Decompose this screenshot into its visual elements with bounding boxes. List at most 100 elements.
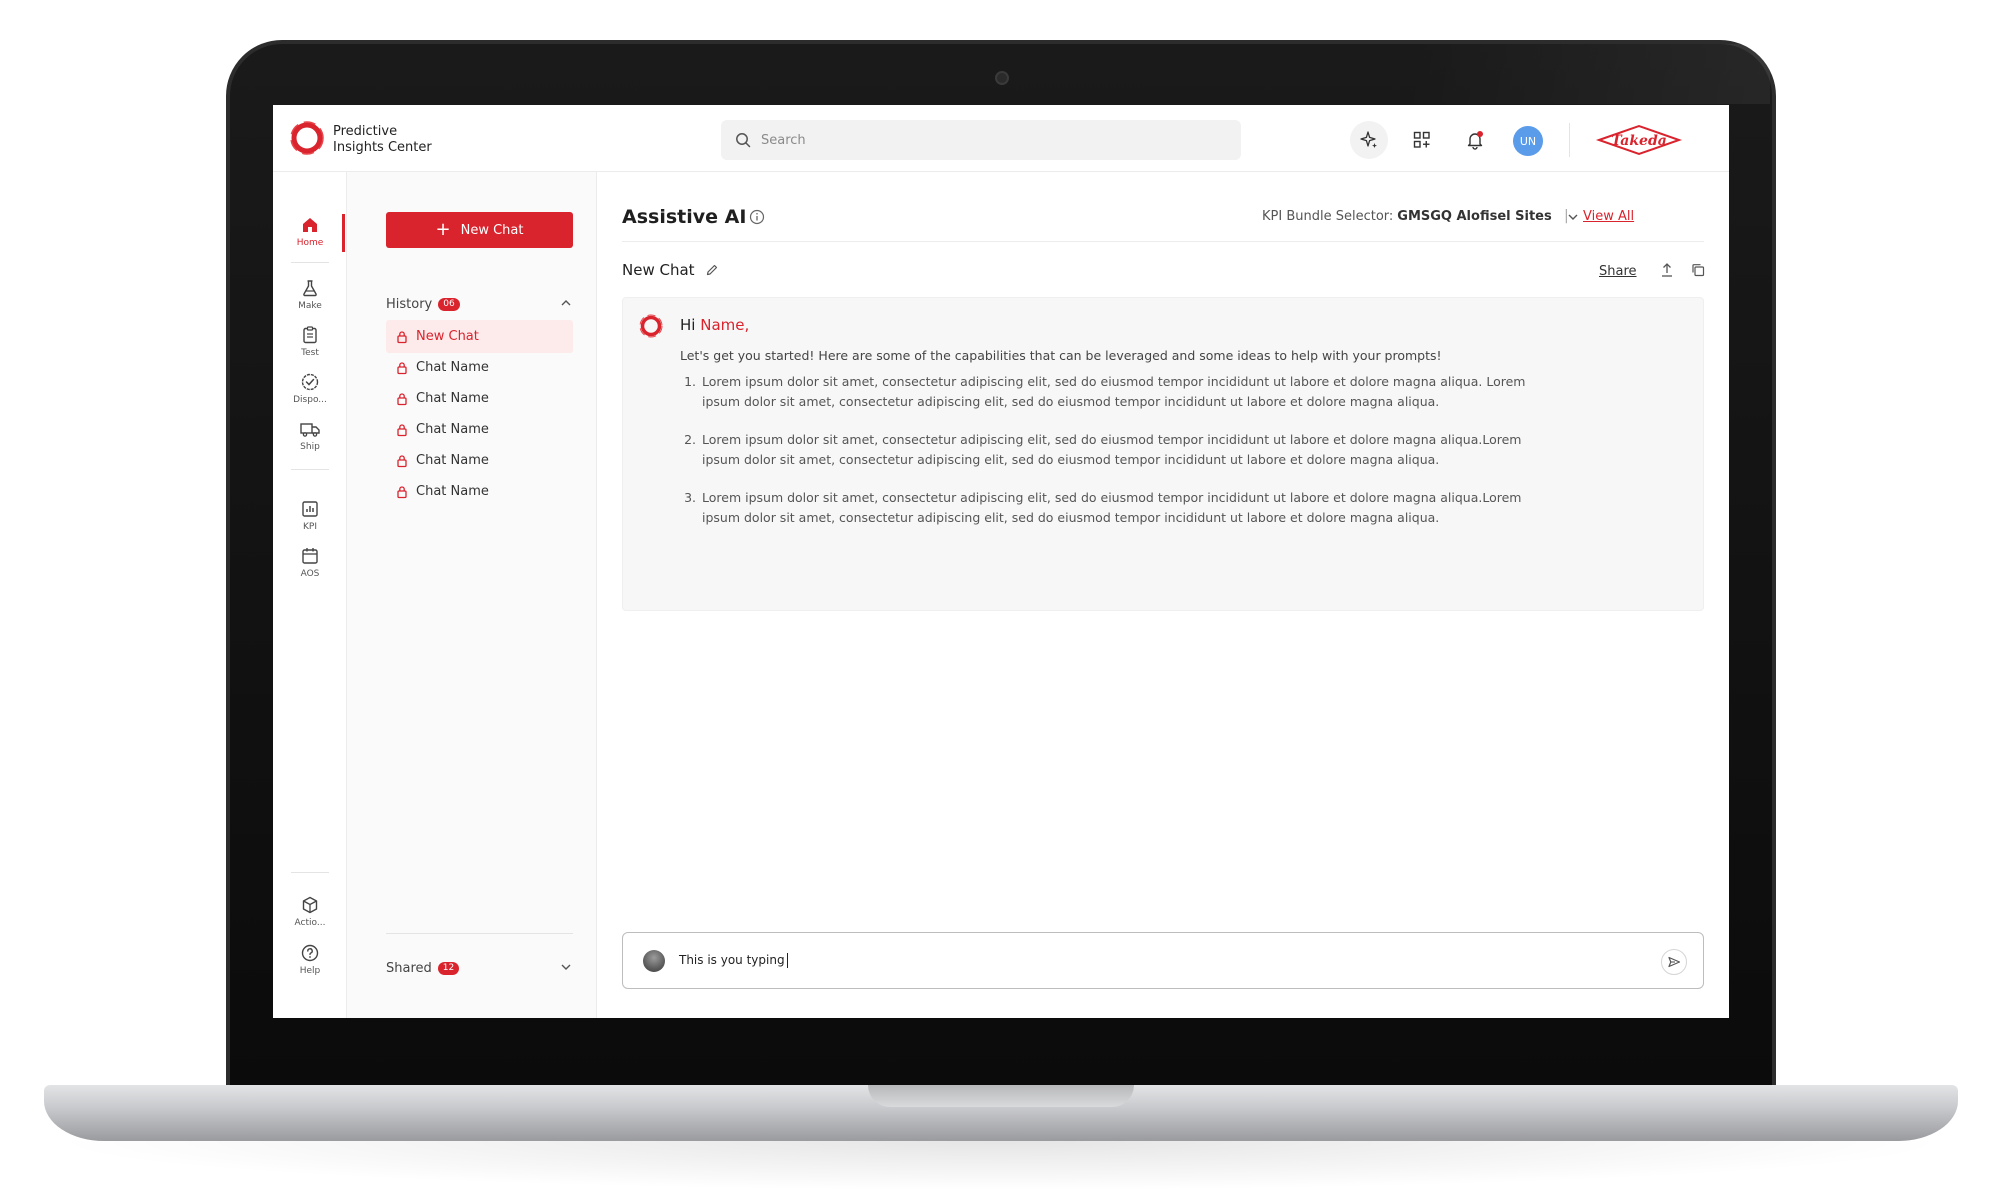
list-item: 1. Lorem ipsum dolor sit amet, consectet… [680, 372, 1560, 411]
rail-item-disposition[interactable]: Dispo... [273, 361, 347, 415]
history-item[interactable]: Chat Name [386, 444, 573, 477]
search-bar[interactable] [721, 120, 1241, 160]
assistant-logo-icon [639, 314, 663, 338]
info-icon[interactable] [749, 209, 765, 225]
rail-label: Actio... [294, 917, 326, 928]
lock-icon [397, 423, 407, 436]
lock-icon [397, 454, 407, 467]
history-item-label: Chat Name [416, 484, 489, 499]
list-number: 2. [684, 432, 696, 447]
list-number: 1. [684, 374, 696, 389]
history-item[interactable]: Chat Name [386, 382, 573, 415]
chevron-up-icon [561, 300, 571, 306]
rail-item-ship[interactable]: Ship [273, 408, 347, 462]
page-title: Assistive AI [622, 206, 747, 228]
send-button[interactable] [1661, 949, 1687, 975]
list-text: Lorem ipsum dolor sit amet, consectetur … [702, 490, 1522, 525]
list-item: 2. Lorem ipsum dolor sit amet, consectet… [680, 430, 1560, 469]
greeting: Hi Name, [680, 316, 749, 334]
header-divider [1569, 123, 1570, 157]
intro-text: Let's get you started! Here are some of … [680, 348, 1442, 363]
home-icon [303, 217, 317, 232]
greeting-name: Name, [700, 316, 750, 334]
notifications-button[interactable] [1456, 121, 1494, 159]
rail-label: Dispo... [293, 394, 327, 405]
app-logo-text[interactable]: Predictive Insights Center [333, 124, 432, 156]
shared-divider [386, 933, 573, 934]
bar-chart-icon [302, 500, 318, 517]
history-count-badge: 06 [438, 297, 460, 311]
upload-icon[interactable] [1660, 262, 1674, 278]
clipboard-icon [303, 325, 317, 343]
pencil-icon[interactable] [705, 263, 719, 277]
rail-item-aos[interactable]: AOS [273, 535, 347, 589]
history-section-toggle[interactable]: History 06 [386, 294, 573, 314]
shared-count-badge: 12 [437, 961, 460, 975]
rail-item-help[interactable]: Help [273, 932, 347, 986]
rail-divider [291, 872, 329, 873]
view-all-link[interactable]: View All [1583, 209, 1634, 224]
rail-label: Test [301, 347, 319, 358]
flask-icon [303, 279, 317, 296]
capabilities-list: 1. Lorem ipsum dolor sit amet, consectet… [680, 372, 1560, 546]
app-name-line2: Insights Center [333, 140, 432, 155]
list-text: Lorem ipsum dolor sit amet, consectetur … [702, 432, 1522, 467]
calendar-icon [302, 547, 318, 564]
share-button[interactable]: Share [1599, 264, 1637, 279]
message-composer[interactable]: This is you typing [622, 932, 1704, 989]
shared-section-toggle[interactable]: Shared 12 [386, 958, 573, 978]
truck-icon [300, 422, 320, 437]
main-content: Assistive AI KPI Bundle Selector: GMSGQ … [597, 172, 1729, 1018]
rail-label: Ship [300, 441, 320, 452]
history-label: History [386, 296, 433, 312]
ai-sparkle-button[interactable] [1350, 121, 1388, 159]
lid-glare [1410, 44, 1770, 104]
sparkle-icon [1360, 131, 1377, 148]
history-item-label: Chat Name [416, 453, 489, 468]
history-item-label: Chat Name [416, 391, 489, 406]
kpi-bundle-selector[interactable]: KPI Bundle Selector: GMSGQ Alofisel Site… [1262, 209, 1580, 224]
list-item: 3. Lorem ipsum dolor sit amet, consectet… [680, 488, 1560, 527]
message-input[interactable]: This is you typing [679, 953, 788, 968]
history-item[interactable]: New Chat [386, 320, 573, 353]
rail-item-home[interactable]: Home [273, 204, 347, 258]
send-icon [1668, 956, 1681, 968]
history-item-label: Chat Name [416, 360, 489, 375]
search-icon [736, 133, 751, 148]
screen: Predictive Insights Center Search UN Tak… [273, 105, 1729, 1018]
chat-title: New Chat [622, 261, 719, 279]
composer-avatar [643, 950, 665, 972]
user-avatar[interactable]: UN [1513, 126, 1543, 156]
lock-icon [397, 330, 407, 343]
apps-button[interactable] [1403, 121, 1441, 159]
history-item[interactable]: Chat Name [386, 475, 573, 508]
rail-item-make[interactable]: Make [273, 267, 347, 321]
rail-divider [291, 469, 329, 470]
list-text: Lorem ipsum dolor sit amet, consectetur … [702, 374, 1526, 409]
new-chat-button[interactable]: + New Chat [386, 212, 573, 248]
rail-label: KPI [303, 521, 317, 532]
history-item[interactable]: Chat Name [386, 351, 573, 384]
takeda-logo-icon: Takeda [1595, 124, 1683, 156]
header-divider [622, 241, 1704, 242]
copy-icon[interactable] [1690, 262, 1706, 278]
rail-label: Help [299, 965, 321, 976]
rail-item-kpi[interactable]: KPI [273, 488, 347, 542]
rail-label: Make [298, 300, 322, 311]
lock-icon [397, 361, 407, 374]
laptop-shadow [44, 1141, 1958, 1191]
cube-icon [302, 896, 318, 913]
plus-icon: + [435, 219, 451, 240]
search-input[interactable] [761, 132, 1201, 148]
apps-grid-icon [1413, 131, 1430, 148]
rail-item-test[interactable]: Test [273, 314, 347, 368]
history-panel: + New Chat History 06 New Chat Chat Name [347, 172, 597, 1018]
chat-title-text: New Chat [622, 261, 695, 279]
svg-text:Takeda: Takeda [1611, 133, 1667, 149]
camera [995, 71, 1009, 85]
new-chat-label: New Chat [460, 222, 524, 238]
list-number: 3. [684, 490, 696, 505]
rail-item-actions[interactable]: Actio... [273, 884, 347, 938]
lock-icon [397, 485, 407, 498]
history-item[interactable]: Chat Name [386, 413, 573, 446]
